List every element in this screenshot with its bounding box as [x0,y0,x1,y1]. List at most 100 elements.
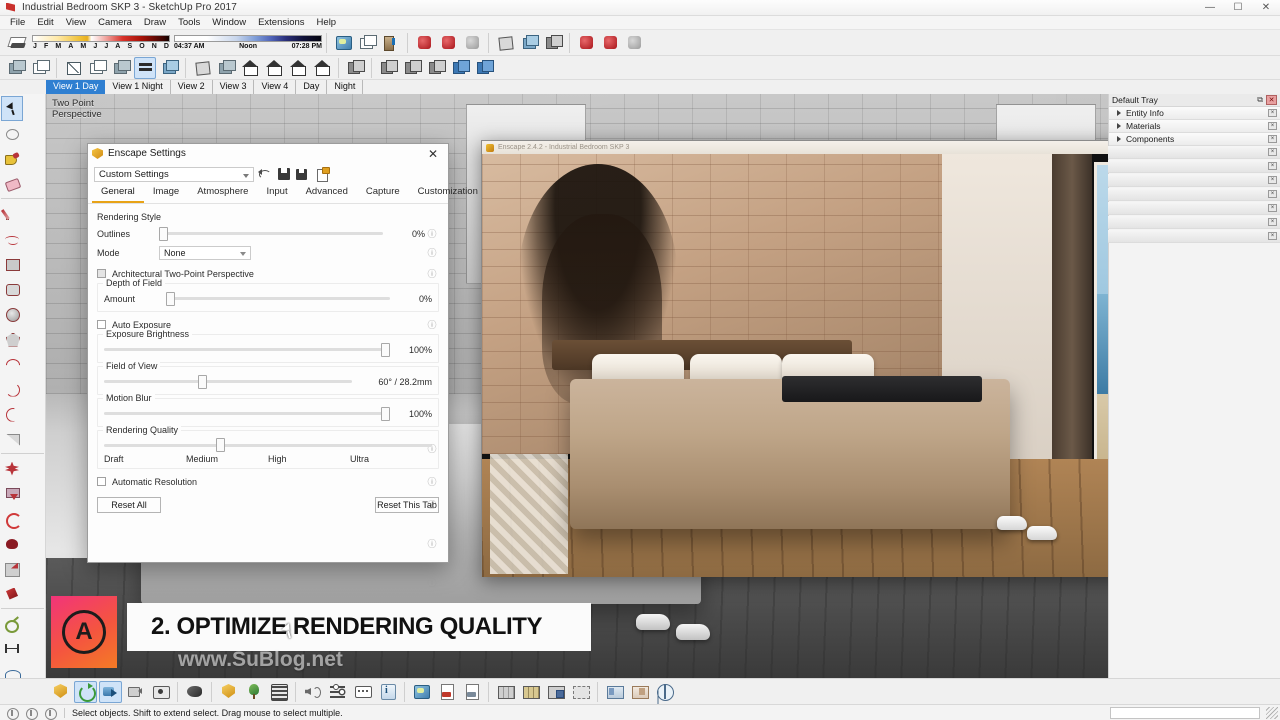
menu-edit[interactable]: Edit [31,16,59,30]
tray-collapsed-5[interactable]: × [1108,202,1280,215]
tool-polygon[interactable] [1,326,23,351]
tool-follow-me[interactable] [1,531,23,556]
maximize-button[interactable]: ☐ [1224,0,1252,16]
section-toggle-button[interactable] [473,57,495,79]
scene-tab-view-4[interactable]: View 4 [254,80,297,94]
close-button[interactable]: ✕ [1252,0,1280,16]
time-slider[interactable]: 04:37 AM Noon 07:28 PM [174,34,322,51]
reset-all-button[interactable]: Reset All [97,497,161,513]
style-wireframe-button[interactable] [62,57,84,79]
component-options-button[interactable] [437,32,459,54]
scene-tab-view-3[interactable]: View 3 [213,80,255,94]
tool-2point-arc[interactable] [1,401,23,426]
motion-blur-thumb[interactable] [381,406,390,421]
exposure-brightness-thumb[interactable] [381,342,390,357]
status-credits-icon[interactable] [43,707,57,720]
tool-push-pull[interactable] [1,481,23,506]
style-hidden-line-button[interactable] [86,57,108,79]
tool-pie[interactable] [1,376,23,401]
new-preset-icon[interactable] [314,166,330,182]
menu-help[interactable]: Help [311,16,343,30]
enscape-sound-button[interactable] [301,681,324,703]
dof-amount-thumb[interactable] [166,291,175,306]
tray-pin-icon[interactable]: ⧉ [1254,95,1266,105]
section-plane-button[interactable] [377,57,399,79]
style-back-edges-button[interactable] [29,57,51,79]
field-of-view-slider[interactable] [104,374,352,389]
advanced-camera-button[interactable] [542,32,564,54]
tray-item-mat-close[interactable]: × [1268,122,1277,130]
enscape-export-button[interactable] [99,680,122,703]
tool-tape-measure[interactable] [1,611,23,636]
component-attributes-button[interactable] [461,32,483,54]
quality-label-draft[interactable]: Draft [104,454,186,464]
enscape-panel-1-button[interactable] [494,681,517,703]
enscape-asset-library-button[interactable] [217,681,240,703]
enscape-sync-button[interactable] [74,680,97,703]
enscape-feedback-button[interactable] [351,681,374,703]
view-top-button[interactable] [215,57,237,79]
tab-general[interactable]: General [92,186,144,203]
quality-label-ultra[interactable]: Ultra [350,454,432,464]
tray-collapsed-1[interactable]: × [1108,146,1280,159]
enscape-standalone-button[interactable] [183,681,206,703]
enscape-info-button[interactable] [376,681,399,703]
tab-customization[interactable]: Customization [409,186,487,203]
menu-file[interactable]: File [4,16,31,30]
tool-move[interactable] [1,456,23,481]
tray-collapsed-4-close[interactable]: × [1268,190,1277,198]
mode-select[interactable]: None [159,245,251,260]
dof-amount-slider[interactable] [166,291,390,306]
resize-grip[interactable] [1266,706,1278,719]
sandbox-from-scratch-button[interactable] [518,32,540,54]
enscape-web-button[interactable] [653,681,676,703]
date-slider[interactable]: J F M A M J J A S O N D [32,34,170,51]
enscape-settings-dialog[interactable]: Enscape Settings ✕ Custom Settings Gener… [87,143,478,628]
style-shaded-button[interactable] [110,57,132,79]
scene-tab-view-1-night[interactable]: View 1 Night [105,80,171,94]
status-info-icon[interactable] [24,707,38,720]
enscape-pdf-export-button[interactable] [435,681,458,703]
enscape-panel-3-button[interactable] [544,681,567,703]
scene-tab-view-2[interactable]: View 2 [171,80,213,94]
mode-info-icon[interactable]: ⓘ [425,246,439,259]
menu-tools[interactable]: Tools [172,16,206,30]
section-display-button[interactable] [401,57,423,79]
tool-dimension[interactable] [1,636,23,661]
save-preset-icon[interactable] [276,166,292,182]
tool-rotated-rectangle[interactable] [1,276,23,301]
dialog-close-button[interactable]: ✕ [422,145,444,162]
exposure-brightness-info-icon[interactable]: ⓘ [425,498,439,511]
shadow-toggle-icon[interactable] [6,33,28,53]
outlines-info-icon[interactable]: ⓘ [425,227,439,240]
tool-circle[interactable] [1,301,23,326]
scene-tab-day[interactable]: Day [296,80,328,94]
tool-lasso[interactable] [1,121,23,146]
tray-close-icon[interactable]: ✕ [1266,95,1277,105]
tool-sector[interactable] [1,426,23,451]
enscape-layout-1-button[interactable] [603,681,626,703]
motion-blur-slider[interactable] [104,406,390,421]
menu-draw[interactable]: Draw [138,16,172,30]
enscape-geolocation-button[interactable] [410,681,433,703]
menu-window[interactable]: Window [206,16,252,30]
tray-collapsed-2[interactable]: × [1108,160,1280,173]
view-back-button[interactable] [287,57,309,79]
exposure-brightness-slider[interactable] [104,342,390,357]
enscape-panel-4-button[interactable] [569,681,592,703]
enscape-rtf-export-button[interactable] [460,681,483,703]
outlines-slider[interactable] [159,226,383,241]
tool-arc[interactable] [1,351,23,376]
tray-collapsed-1-close[interactable]: × [1268,148,1277,156]
style-shaded-texture-button[interactable] [134,56,156,79]
enscape-panel-2-button[interactable] [519,681,542,703]
rendering-quality-slider[interactable] [104,438,432,452]
two-point-info-icon[interactable]: ⓘ [425,267,439,280]
tray-collapsed-7[interactable]: × [1108,230,1280,243]
import-terrain-button[interactable] [380,32,402,54]
tray-item-materials[interactable]: Materials × [1109,120,1280,133]
tray-collapsed-3[interactable]: × [1108,174,1280,187]
enscape-start-button[interactable] [49,681,72,703]
tab-capture[interactable]: Capture [357,186,409,203]
tab-atmosphere[interactable]: Atmosphere [188,186,257,203]
